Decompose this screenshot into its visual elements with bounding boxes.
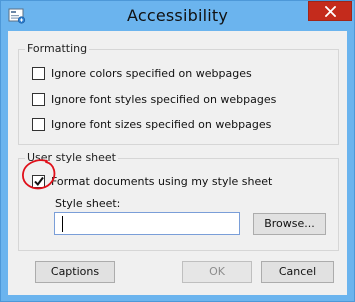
ignore-colors-label[interactable]: Ignore colors specified on webpages bbox=[51, 67, 252, 80]
format-documents-checkbox[interactable] bbox=[32, 174, 45, 188]
captions-button[interactable]: Captions bbox=[35, 261, 115, 283]
close-icon bbox=[325, 6, 336, 17]
ignore-font-styles-option[interactable]: Ignore font styles specified on webpages bbox=[32, 91, 276, 107]
close-button[interactable] bbox=[308, 1, 352, 21]
style-sheet-label: Style sheet: bbox=[55, 197, 121, 210]
format-documents-label[interactable]: Format documents using my style sheet bbox=[51, 175, 272, 188]
checkmark-icon bbox=[34, 176, 44, 186]
cancel-button[interactable]: Cancel bbox=[261, 261, 334, 283]
title-bar[interactable]: Accessibility bbox=[1, 1, 354, 31]
formatting-group: Formatting Ignore colors specified on we… bbox=[18, 42, 339, 145]
ok-button[interactable]: OK bbox=[182, 261, 252, 283]
ignore-font-styles-checkbox[interactable] bbox=[32, 92, 45, 106]
user-style-sheet-group-label: User style sheet bbox=[25, 151, 118, 164]
text-caret bbox=[62, 216, 63, 232]
style-sheet-input[interactable] bbox=[54, 212, 240, 235]
window-title: Accessibility bbox=[126, 6, 229, 25]
ignore-font-sizes-label[interactable]: Ignore font sizes specified on webpages bbox=[51, 118, 271, 131]
dialog-body: Formatting Ignore colors specified on we… bbox=[8, 31, 347, 295]
ignore-colors-checkbox[interactable] bbox=[32, 66, 45, 80]
ignore-font-sizes-option[interactable]: Ignore font sizes specified on webpages bbox=[32, 116, 271, 132]
ignore-font-sizes-checkbox[interactable] bbox=[32, 117, 45, 131]
formatting-group-label: Formatting bbox=[25, 42, 90, 55]
ignore-font-styles-label[interactable]: Ignore font styles specified on webpages bbox=[51, 93, 276, 106]
ignore-colors-option[interactable]: Ignore colors specified on webpages bbox=[32, 65, 252, 81]
format-documents-option[interactable]: Format documents using my style sheet bbox=[32, 173, 272, 189]
browse-button[interactable]: Browse... bbox=[253, 213, 326, 235]
user-style-sheet-group: User style sheet Format documents using … bbox=[18, 151, 339, 251]
accessibility-dialog: Accessibility Formatting Ignore colors s… bbox=[0, 0, 355, 302]
